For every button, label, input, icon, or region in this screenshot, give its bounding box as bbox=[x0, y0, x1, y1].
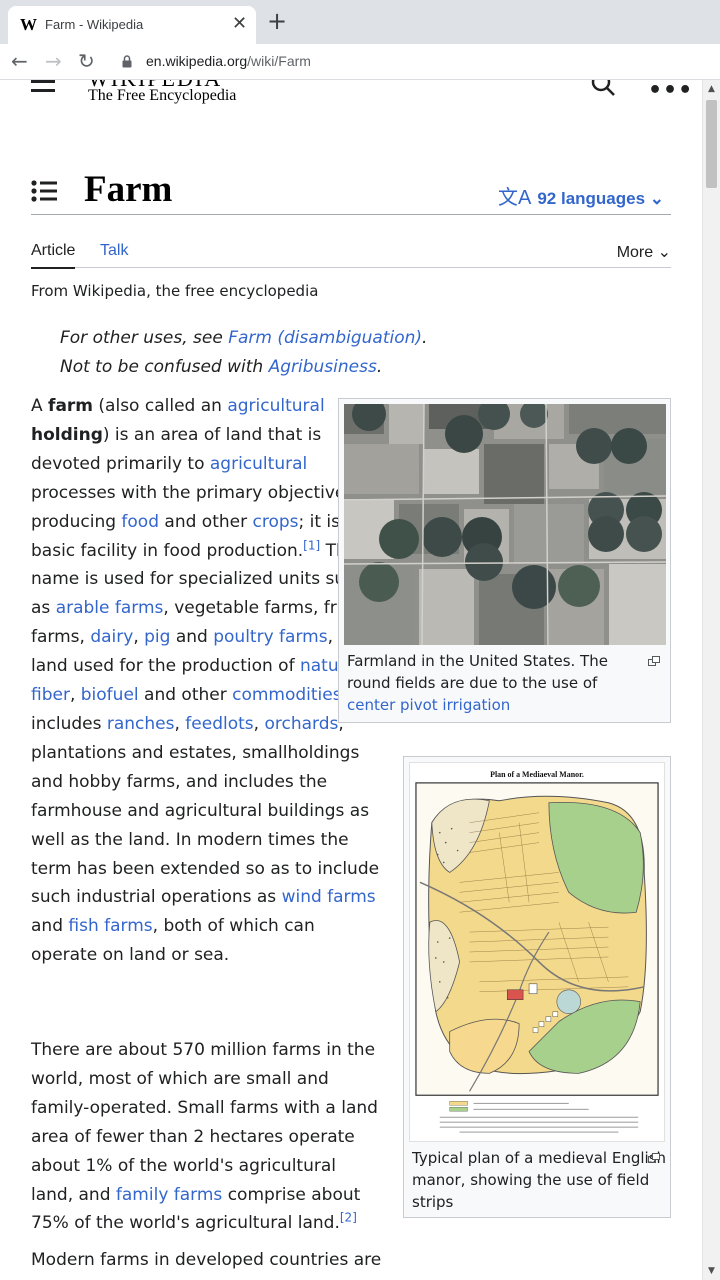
reference-link[interactable]: [1] bbox=[303, 538, 320, 552]
wikipedia-tagline[interactable]: The Free Encyclopedia bbox=[88, 87, 236, 105]
figure-farmland: Farmland in the United States. The round… bbox=[338, 398, 671, 723]
intro-paragraph: A farm (also called an agricultural hold… bbox=[31, 392, 383, 970]
hatnote-not-confused: Not to be confused with Agribusiness. bbox=[60, 357, 382, 377]
more-options-icon[interactable]: ••• bbox=[648, 80, 693, 103]
manor-map-image[interactable]: Plan of a Mediaeval Manor. bbox=[409, 762, 665, 1142]
link-dairy[interactable]: dairy bbox=[90, 627, 133, 647]
browser-tab[interactable]: W Farm - Wikipedia ✕ bbox=[8, 6, 256, 44]
language-selector-button[interactable]: 文A 92 languages ⌄ bbox=[498, 181, 664, 210]
more-menu-button[interactable]: More ⌄ bbox=[617, 242, 671, 262]
hatnote-other-uses: For other uses, see Farm (disambiguation… bbox=[60, 328, 427, 348]
link-agribusiness[interactable]: Agribusiness bbox=[269, 357, 377, 377]
bold-term: farm bbox=[48, 396, 94, 416]
text: (also called an bbox=[93, 396, 228, 416]
text: , bbox=[253, 713, 265, 734]
link-agricultural-holding[interactable]: agricultural bbox=[227, 396, 324, 416]
reload-icon[interactable]: ↻ bbox=[78, 49, 95, 73]
link-agricultural[interactable]: agricultural bbox=[210, 454, 307, 474]
hatnote-punct: . bbox=[376, 357, 383, 377]
url-path: /wiki/Farm bbox=[247, 53, 311, 69]
forward-icon[interactable]: → bbox=[45, 49, 62, 73]
caption-text: Farmland in the United States. The round… bbox=[347, 652, 608, 692]
close-tab-icon[interactable]: ✕ bbox=[232, 13, 247, 34]
browser-tab-strip: W Farm - Wikipedia ✕ + bbox=[0, 0, 720, 44]
lock-icon[interactable] bbox=[122, 55, 132, 68]
wikipedia-favicon-icon: W bbox=[20, 15, 37, 34]
translate-icon: 文A bbox=[498, 187, 532, 209]
link-fish-farms[interactable]: fish farms bbox=[68, 916, 152, 936]
hatnote-punct: . bbox=[422, 328, 428, 348]
text: , bbox=[174, 713, 186, 734]
link-food[interactable]: food bbox=[121, 512, 159, 532]
hatnote-text: Not to be confused with bbox=[60, 357, 269, 377]
new-tab-button[interactable]: + bbox=[267, 9, 287, 33]
language-count-label: 92 languages bbox=[537, 189, 646, 208]
search-icon[interactable] bbox=[590, 80, 616, 98]
page-title: Farm bbox=[84, 169, 173, 210]
chevron-down-icon: ⌄ bbox=[657, 244, 671, 261]
link-pig[interactable]: pig bbox=[144, 627, 170, 647]
text: , bbox=[133, 627, 145, 648]
link-ranches[interactable]: ranches bbox=[107, 714, 175, 734]
tab-title: Farm - Wikipedia bbox=[45, 17, 144, 32]
link-biofuel[interactable]: biofuel bbox=[81, 685, 139, 705]
tab-talk[interactable]: Talk bbox=[100, 242, 128, 260]
farmland-aerial-image[interactable] bbox=[344, 404, 666, 645]
text: , bbox=[69, 685, 81, 706]
bold-term: holding bbox=[31, 424, 103, 445]
text: and bbox=[31, 916, 69, 937]
browser-toolbar: ← → ↻ en.wikipedia.org/wiki/Farm bbox=[0, 44, 720, 80]
more-menu-label: More bbox=[616, 244, 654, 261]
enlarge-icon[interactable] bbox=[648, 1153, 660, 1163]
link-center-pivot-irrigation[interactable]: center pivot irrigation bbox=[347, 696, 510, 714]
text: A bbox=[31, 396, 49, 416]
modern-farms-paragraph: Modern farms in developed countries are bbox=[31, 1250, 382, 1270]
text: There are about 570 million farms in the… bbox=[31, 1040, 378, 1205]
scrollbar-thumb[interactable] bbox=[706, 100, 717, 188]
statistics-paragraph: There are about 570 million farms in the… bbox=[31, 1036, 383, 1238]
figure-manor-plan: Plan of a Mediaeval Manor. Typical plan … bbox=[403, 756, 671, 1218]
reference-link[interactable]: [2] bbox=[340, 1211, 357, 1225]
link-feedlots[interactable]: feedlots bbox=[185, 714, 253, 734]
hatnote-text: For other uses, see bbox=[60, 328, 229, 348]
map-title: Plan of a Mediaeval Manor. bbox=[490, 770, 584, 779]
enlarge-icon[interactable] bbox=[648, 656, 660, 666]
vertical-scrollbar[interactable]: ▲ ▼ bbox=[702, 80, 720, 1280]
site-subtitle: From Wikipedia, the free encyclopedia bbox=[31, 282, 319, 300]
page-viewport: WIKIPEDIA The Free Encyclopedia ••• Farm… bbox=[0, 80, 702, 1280]
tab-article[interactable]: Article bbox=[31, 242, 76, 269]
back-icon[interactable]: ← bbox=[11, 49, 28, 73]
main-menu-icon[interactable] bbox=[31, 80, 55, 98]
scroll-up-arrow-icon[interactable]: ▲ bbox=[708, 84, 715, 94]
text: , plantations and estates, smallholdings… bbox=[31, 713, 380, 908]
page-tabs: Article Talk More ⌄ bbox=[31, 240, 671, 269]
link-family-farms[interactable]: family farms bbox=[116, 1185, 222, 1205]
text: and bbox=[170, 627, 214, 648]
link-wind-farms[interactable]: wind farms bbox=[282, 887, 376, 907]
text: and other bbox=[138, 685, 233, 706]
scroll-down-arrow-icon[interactable]: ▼ bbox=[708, 1266, 715, 1276]
title-divider bbox=[31, 214, 671, 215]
figure-caption: Typical plan of a medieval English manor… bbox=[412, 1149, 667, 1211]
chevron-down-icon: ⌄ bbox=[649, 189, 665, 208]
address-bar[interactable]: en.wikipedia.org/wiki/Farm bbox=[146, 53, 311, 69]
table-of-contents-icon[interactable] bbox=[31, 180, 57, 202]
link-farm-disambiguation[interactable]: Farm (disambiguation) bbox=[228, 328, 422, 348]
url-host: en.wikipedia.org bbox=[146, 53, 248, 69]
link-arable-farms[interactable]: arable farms bbox=[56, 598, 164, 618]
text: and other bbox=[159, 511, 253, 532]
link-crops[interactable]: crops bbox=[252, 512, 298, 532]
link-orchards[interactable]: orchards bbox=[264, 714, 338, 734]
figure-caption: Farmland in the United States. The round… bbox=[347, 650, 647, 716]
link-poultry-farms[interactable]: poultry farms bbox=[213, 627, 327, 647]
link-commodities[interactable]: commodities bbox=[232, 685, 342, 705]
